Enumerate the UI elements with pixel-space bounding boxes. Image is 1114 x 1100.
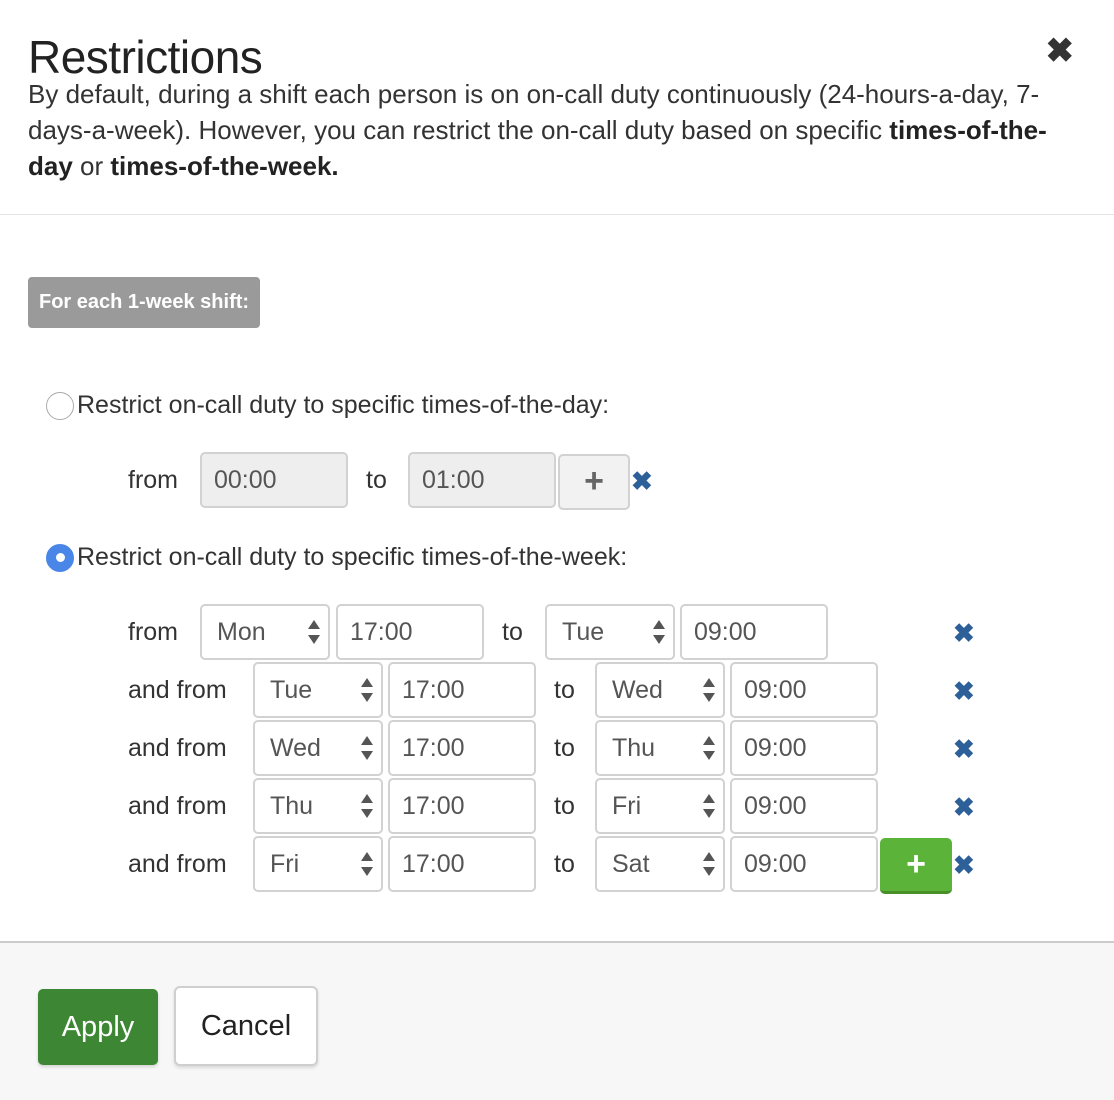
to-day-value: Sat bbox=[612, 850, 650, 878]
row-prefix-label: and from bbox=[128, 850, 227, 878]
to-time-input[interactable]: 09:00 bbox=[730, 778, 878, 834]
to-label: to bbox=[554, 676, 575, 704]
plus-icon: + bbox=[906, 845, 926, 883]
to-day-value: Wed bbox=[612, 676, 663, 704]
to-time-input[interactable]: 09:00 bbox=[680, 604, 828, 660]
select-arrows-icon bbox=[703, 852, 715, 876]
select-arrows-icon bbox=[361, 678, 373, 702]
remove-row-icon[interactable]: ✖ bbox=[953, 792, 975, 822]
remove-row-icon[interactable]: ✖ bbox=[953, 676, 975, 706]
to-day-value: Fri bbox=[612, 792, 642, 820]
add-row-button[interactable]: + bbox=[880, 838, 952, 894]
row-prefix-label: and from bbox=[128, 792, 227, 820]
remove-row-icon[interactable]: ✖ bbox=[953, 850, 975, 880]
select-arrows-icon bbox=[653, 620, 665, 644]
from-time-input[interactable]: 17:00 bbox=[388, 720, 536, 776]
from-day-select[interactable]: Mon bbox=[200, 604, 330, 660]
close-icon[interactable]: ✖ bbox=[1046, 34, 1075, 68]
remove-row-icon[interactable]: ✖ bbox=[953, 734, 975, 764]
select-arrows-icon bbox=[361, 794, 373, 818]
cancel-button[interactable]: Cancel bbox=[174, 986, 318, 1066]
to-time-input[interactable]: 09:00 bbox=[730, 662, 878, 718]
day-add-button[interactable]: + bbox=[558, 454, 630, 510]
select-arrows-icon bbox=[703, 794, 715, 818]
from-time-input[interactable]: 17:00 bbox=[388, 778, 536, 834]
from-day-select[interactable]: Wed bbox=[253, 720, 383, 776]
to-label: to bbox=[554, 850, 575, 878]
plus-icon: + bbox=[584, 462, 604, 500]
from-day-select[interactable]: Thu bbox=[253, 778, 383, 834]
to-day-select[interactable]: Thu bbox=[595, 720, 725, 776]
dialog-footer: Apply Cancel bbox=[0, 941, 1114, 1100]
from-day-select[interactable]: Tue bbox=[253, 662, 383, 718]
day-from-time-input[interactable]: 00:00 bbox=[200, 452, 348, 508]
description-bold-week: times-of-the-week. bbox=[110, 151, 339, 181]
to-day-value: Tue bbox=[562, 618, 605, 646]
from-day-value: Fri bbox=[270, 850, 300, 878]
description-text: By default, during a shift each person i… bbox=[28, 79, 1040, 145]
to-day-select[interactable]: Tue bbox=[545, 604, 675, 660]
from-day-value: Wed bbox=[270, 734, 321, 762]
select-arrows-icon bbox=[308, 620, 320, 644]
from-time-input[interactable]: 17:00 bbox=[336, 604, 484, 660]
day-to-label: to bbox=[366, 466, 387, 494]
row-prefix-label: from bbox=[128, 618, 178, 646]
dialog-header: Restrictions ✖ By default, during a shif… bbox=[0, 0, 1114, 215]
row-prefix-label: and from bbox=[128, 734, 227, 762]
shift-badge: For each 1-week shift: bbox=[28, 277, 261, 328]
to-day-value: Thu bbox=[612, 734, 656, 762]
day-restriction-option[interactable]: Restrict on-call duty to specific times-… bbox=[46, 391, 609, 420]
day-to-time-input[interactable]: 01:00 bbox=[408, 452, 556, 508]
to-label: to bbox=[502, 618, 523, 646]
select-arrows-icon bbox=[361, 736, 373, 760]
from-day-value: Tue bbox=[270, 676, 313, 704]
week-restriction-radio[interactable] bbox=[46, 543, 74, 572]
to-time-input[interactable]: 09:00 bbox=[730, 836, 878, 892]
from-day-value: Thu bbox=[270, 792, 314, 820]
from-time-input[interactable]: 17:00 bbox=[388, 662, 536, 718]
select-arrows-icon bbox=[703, 736, 715, 760]
dialog-description: By default, during a shift each person i… bbox=[28, 76, 1088, 184]
description-or: or bbox=[72, 151, 111, 181]
row-prefix-label: and from bbox=[128, 676, 227, 704]
day-from-label: from bbox=[128, 466, 178, 494]
select-arrows-icon bbox=[703, 678, 715, 702]
to-day-select[interactable]: Sat bbox=[595, 836, 725, 892]
to-day-select[interactable]: Wed bbox=[595, 662, 725, 718]
apply-button[interactable]: Apply bbox=[38, 989, 158, 1065]
to-time-input[interactable]: 09:00 bbox=[730, 720, 878, 776]
select-arrows-icon bbox=[361, 852, 373, 876]
from-day-value: Mon bbox=[217, 618, 266, 646]
day-restriction-radio[interactable] bbox=[46, 391, 74, 420]
from-day-select[interactable]: Fri bbox=[253, 836, 383, 892]
from-time-input[interactable]: 17:00 bbox=[388, 836, 536, 892]
to-day-select[interactable]: Fri bbox=[595, 778, 725, 834]
to-label: to bbox=[554, 734, 575, 762]
remove-row-icon[interactable]: ✖ bbox=[953, 618, 975, 648]
week-restriction-option[interactable]: Restrict on-call duty to specific times-… bbox=[46, 543, 627, 572]
to-label: to bbox=[554, 792, 575, 820]
day-restriction-label: Restrict on-call duty to specific times-… bbox=[77, 391, 610, 419]
week-restriction-label: Restrict on-call duty to specific times-… bbox=[77, 543, 628, 571]
day-remove-icon[interactable]: ✖ bbox=[631, 466, 653, 496]
